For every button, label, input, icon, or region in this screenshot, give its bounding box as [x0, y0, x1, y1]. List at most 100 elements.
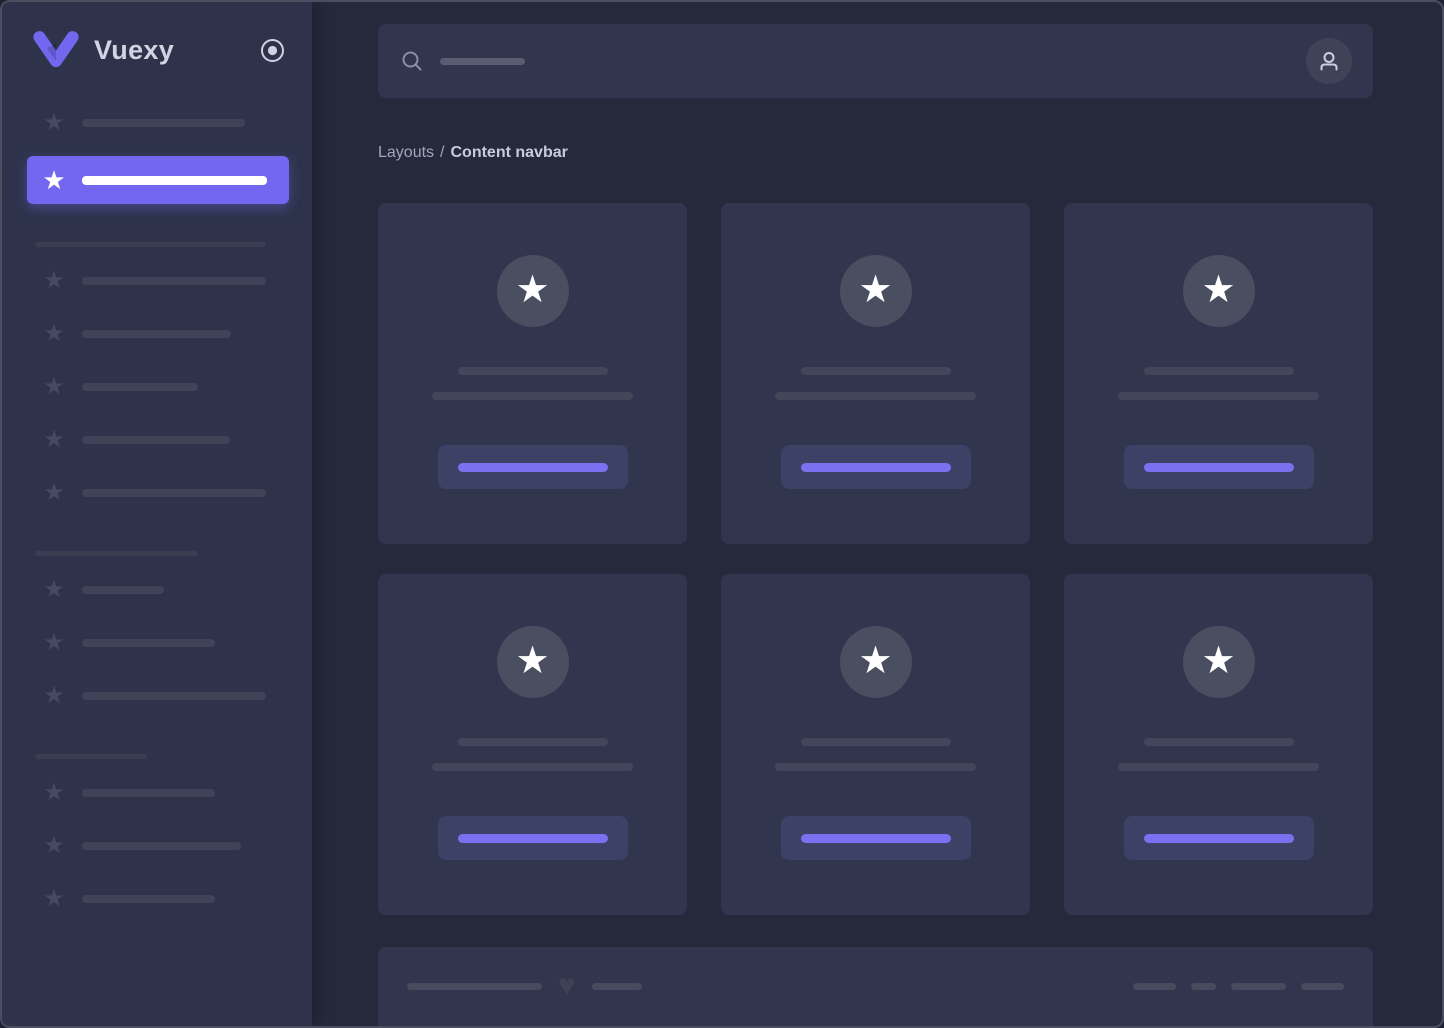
card-title-bar — [458, 367, 608, 375]
card-action-button[interactable] — [1124, 816, 1314, 860]
brand[interactable]: Vuexy — [32, 29, 174, 71]
star-icon: ★ — [1201, 642, 1235, 680]
star-badge: ★ — [1183, 626, 1255, 698]
star-icon: ★ — [42, 578, 66, 602]
sidebar-item[interactable]: ★ — [27, 314, 289, 354]
sidebar-item-label-bar — [82, 489, 266, 497]
card-action-button[interactable] — [438, 445, 628, 489]
star-icon: ★ — [858, 642, 892, 680]
star-icon: ★ — [42, 781, 66, 805]
cards-grid: ★ ★ ★ ★ ★ ★ — [378, 203, 1373, 915]
sidebar-item[interactable]: ★ — [27, 367, 289, 407]
footer-link-bar — [1231, 983, 1286, 990]
card-action-button[interactable] — [1124, 445, 1314, 489]
card-title-bar — [801, 367, 951, 375]
star-icon: ★ — [42, 167, 66, 193]
sidebar-item[interactable]: ★ — [27, 879, 289, 919]
heart-icon: ♥ — [558, 971, 576, 1001]
button-label-bar — [1144, 463, 1294, 472]
star-badge: ★ — [840, 255, 912, 327]
button-label-bar — [801, 834, 951, 843]
sidebar-item[interactable]: ★ — [27, 826, 289, 866]
sidebar-item-label-bar — [82, 436, 230, 444]
star-badge: ★ — [497, 255, 569, 327]
breadcrumb-section[interactable]: Layouts — [378, 144, 434, 161]
star-icon: ★ — [42, 322, 66, 346]
star-badge: ★ — [1183, 255, 1255, 327]
user-avatar[interactable] — [1306, 38, 1352, 84]
star-icon: ★ — [1201, 271, 1235, 309]
search-input[interactable] — [401, 50, 1306, 72]
sidebar-item[interactable]: ★ — [27, 261, 289, 301]
card-action-button[interactable] — [781, 445, 971, 489]
card-subtitle-bar — [775, 392, 976, 400]
card-subtitle-bar — [1118, 392, 1319, 400]
sidebar-item-label-bar — [82, 895, 215, 903]
top-navbar — [378, 24, 1373, 98]
card-title-bar — [458, 738, 608, 746]
footer-text-bar — [592, 983, 642, 990]
star-icon: ★ — [42, 375, 66, 399]
skeleton-card: ★ — [378, 574, 687, 915]
breadcrumb-current: Content navbar — [451, 144, 568, 161]
menu-section-header-bar — [35, 242, 266, 247]
skeleton-card: ★ — [1064, 574, 1373, 915]
sidebar-header: Vuexy — [2, 2, 312, 98]
vuexy-logo-icon — [32, 29, 80, 71]
star-icon: ★ — [42, 684, 66, 708]
card-subtitle-bar — [1118, 763, 1319, 771]
card-action-button[interactable] — [781, 816, 971, 860]
footer-text-bar — [407, 983, 542, 990]
menu-section-header-bar — [35, 754, 147, 759]
card-title-bar — [1144, 367, 1294, 375]
button-label-bar — [458, 463, 608, 472]
sidebar-item[interactable]: ★ — [27, 623, 289, 663]
button-label-bar — [1144, 834, 1294, 843]
star-badge: ★ — [840, 626, 912, 698]
star-icon: ★ — [42, 887, 66, 911]
sidebar-item[interactable]: ★ — [27, 473, 289, 513]
sidebar-item-label-bar — [82, 176, 267, 185]
button-label-bar — [801, 463, 951, 472]
card-action-button[interactable] — [438, 816, 628, 860]
brand-title: Vuexy — [94, 35, 174, 66]
sidebar-item-label-bar — [82, 330, 231, 338]
sidebar-item[interactable]: ★ — [27, 570, 289, 610]
skeleton-card: ★ — [721, 203, 1030, 544]
star-icon: ★ — [42, 631, 66, 655]
star-icon: ★ — [515, 271, 549, 309]
card-title-bar — [801, 738, 951, 746]
sidebar-item-label-bar — [82, 277, 266, 285]
star-badge: ★ — [497, 626, 569, 698]
sidebar-item-label-bar — [82, 789, 215, 797]
sidebar-menu: ★ ★ ★ ★ ★ ★ ★ ★ ★ ★ ★ ★ ★ — [2, 98, 312, 919]
card-title-bar — [1144, 738, 1294, 746]
skeleton-card: ★ — [721, 574, 1030, 915]
menu-pin-toggle-icon[interactable] — [259, 37, 286, 64]
sidebar-item[interactable]: ★ — [27, 676, 289, 716]
search-icon — [401, 50, 423, 72]
skeleton-card: ★ — [1064, 203, 1373, 544]
sidebar-item[interactable]: ★ — [27, 773, 289, 813]
breadcrumb: Layouts/Content navbar — [378, 144, 1373, 162]
main-content: Layouts/Content navbar ★ ★ ★ ★ ★ ★ ♥ — [312, 2, 1442, 1026]
person-icon — [1316, 48, 1342, 74]
footer-link-bar — [1133, 983, 1176, 990]
footer-link-bar — [1301, 983, 1344, 990]
star-icon: ★ — [42, 269, 66, 293]
sidebar-item-label-bar — [82, 692, 266, 700]
star-icon: ★ — [515, 642, 549, 680]
sidebar-item[interactable]: ★ — [27, 420, 289, 460]
footer: ♥ — [378, 947, 1373, 1028]
sidebar-item[interactable]: ★ — [27, 103, 289, 143]
sidebar: Vuexy ★ ★ ★ ★ ★ ★ ★ ★ ★ ★ ★ ★ ★ — [2, 2, 312, 1026]
sidebar-item-active[interactable]: ★ — [27, 156, 289, 204]
footer-left: ♥ — [407, 971, 642, 1001]
footer-right — [1133, 983, 1344, 990]
sidebar-item-label-bar — [82, 842, 241, 850]
star-icon: ★ — [42, 481, 66, 505]
menu-section-header-bar — [35, 551, 198, 556]
star-icon: ★ — [42, 834, 66, 858]
button-label-bar — [458, 834, 608, 843]
search-placeholder-bar — [440, 58, 525, 65]
